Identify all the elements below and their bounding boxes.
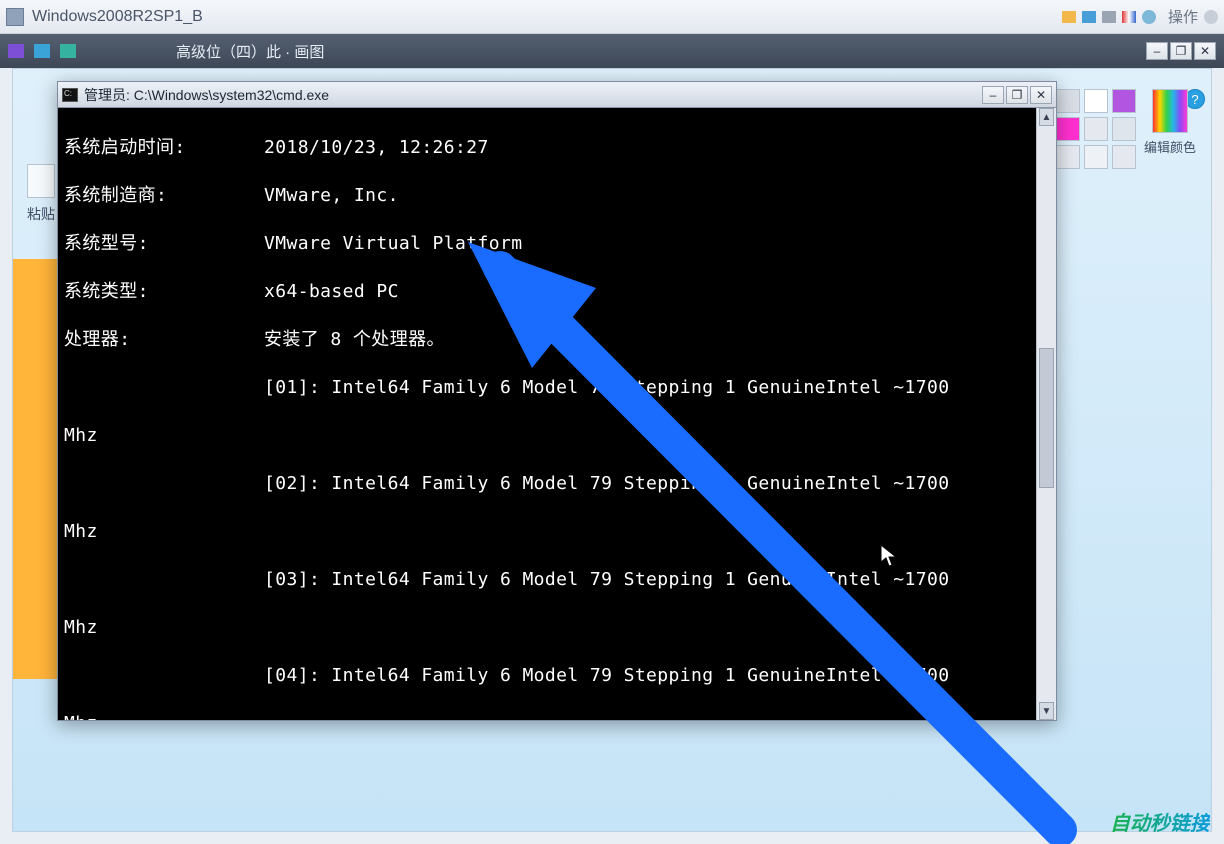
cpu-line: [04]: Intel64 Family 6 Model 79 Stepping… — [64, 664, 1030, 688]
vm-operate-label[interactable]: 操作 — [1168, 6, 1198, 27]
cmd-minimize-button[interactable]: – — [982, 86, 1004, 104]
label-boot-time: 系统启动时间: — [64, 136, 264, 160]
maximize-button[interactable]: ❐ — [1170, 42, 1192, 60]
toolbar-doc-title: 高级位（四）此 · 画图 — [176, 41, 324, 62]
vm-title: Windows2008R2SP1_B — [32, 8, 1062, 26]
vm-app-icon — [6, 8, 24, 26]
label-manufacturer: 系统制造商: — [64, 184, 264, 208]
label-processors: 处理器: — [64, 328, 264, 352]
inner-window-controls: – ❐ ✕ — [1146, 42, 1216, 60]
ribbon-colors-group: 编辑颜色 — [1051, 89, 1201, 229]
color-swatches[interactable] — [1056, 89, 1136, 169]
cmd-titlebar[interactable]: 管理员: C:\Windows\system32\cmd.exe – ❐ ✕ — [58, 82, 1056, 108]
label-sys-type: 系统类型: — [64, 280, 264, 304]
scroll-down-arrow-icon[interactable]: ▼ — [1039, 702, 1054, 720]
toolbar-undo-icon[interactable] — [34, 44, 50, 58]
cpu-line: [03]: Intel64 Family 6 Model 79 Stepping… — [64, 568, 1030, 592]
color-swatch[interactable] — [1056, 117, 1080, 141]
cmd-terminal-output[interactable]: 系统启动时间:2018/10/23, 12:26:27 系统制造商:VMware… — [58, 108, 1036, 720]
minimize-button[interactable]: – — [1146, 42, 1168, 60]
mhz-label: Mhz — [64, 424, 1030, 448]
tray-icon — [1082, 11, 1096, 23]
color-swatch[interactable] — [1084, 89, 1108, 113]
cmd-window: 管理员: C:\Windows\system32\cmd.exe – ❐ ✕ 系… — [57, 81, 1057, 721]
edit-colors-label: 编辑颜色 — [1144, 137, 1196, 156]
clipboard-icon[interactable] — [27, 164, 55, 198]
mhz-label: Mhz — [64, 712, 1030, 720]
edit-colors-icon[interactable] — [1152, 89, 1188, 133]
toolbar-save-icon[interactable] — [8, 44, 24, 58]
value-manufacturer: VMware, Inc. — [264, 184, 1030, 208]
tray-flag-icon — [1122, 11, 1136, 23]
cpu-line: [02]: Intel64 Family 6 Model 79 Stepping… — [64, 472, 1030, 496]
ribbon-clipboard-group: 粘贴 — [21, 164, 61, 224]
cmd-title-text: 管理员: C:\Windows\system32\cmd.exe — [84, 85, 982, 105]
color-swatch[interactable] — [1112, 89, 1136, 113]
label-model: 系统型号: — [64, 232, 264, 256]
vm-titlebar: Windows2008R2SP1_B 操作 — [0, 0, 1224, 34]
value-boot-time: 2018/10/23, 12:26:27 — [264, 136, 1030, 160]
value-model: VMware Virtual Platform — [264, 232, 1030, 256]
scroll-thumb[interactable] — [1039, 348, 1054, 488]
scroll-up-arrow-icon[interactable]: ▲ — [1039, 108, 1054, 126]
cmd-maximize-button[interactable]: ❐ — [1006, 86, 1028, 104]
color-swatch[interactable] — [1084, 145, 1108, 169]
close-button[interactable]: ✕ — [1194, 42, 1216, 60]
color-swatch[interactable] — [1056, 145, 1080, 169]
tray-icon — [1102, 11, 1116, 23]
color-swatch[interactable] — [1056, 89, 1080, 113]
cmd-body: 系统启动时间:2018/10/23, 12:26:27 系统制造商:VMware… — [58, 108, 1056, 720]
mhz-label: Mhz — [64, 520, 1030, 544]
tray-icon — [1062, 11, 1076, 23]
value-sys-type: x64-based PC — [264, 280, 1030, 304]
close-vm-icon[interactable] — [1204, 10, 1218, 24]
mhz-label: Mhz — [64, 616, 1030, 640]
tray-status-dot-icon — [1142, 10, 1156, 24]
cmd-app-icon — [62, 88, 78, 102]
color-swatch[interactable] — [1084, 117, 1108, 141]
value-processors-summary: 安装了 8 个处理器。 — [264, 328, 1030, 352]
paste-label: 粘贴 — [21, 204, 61, 224]
vm-toolbar: 高级位（四）此 · 画图 – ❐ ✕ — [0, 34, 1224, 68]
color-swatch[interactable] — [1112, 117, 1136, 141]
cpu-line: [01]: Intel64 Family 6 Model 79 Stepping… — [64, 376, 1030, 400]
cmd-close-button[interactable]: ✕ — [1030, 86, 1052, 104]
watermark-text: 自动秒链接 — [1110, 807, 1210, 836]
guest-desktop: ? 粘贴 编辑颜色 管理 — [12, 68, 1212, 832]
vm-tray: 操作 — [1062, 6, 1218, 27]
cmd-scrollbar[interactable]: ▲ ▼ — [1036, 108, 1056, 720]
color-swatch[interactable] — [1112, 145, 1136, 169]
toolbar-redo-icon[interactable] — [60, 44, 76, 58]
